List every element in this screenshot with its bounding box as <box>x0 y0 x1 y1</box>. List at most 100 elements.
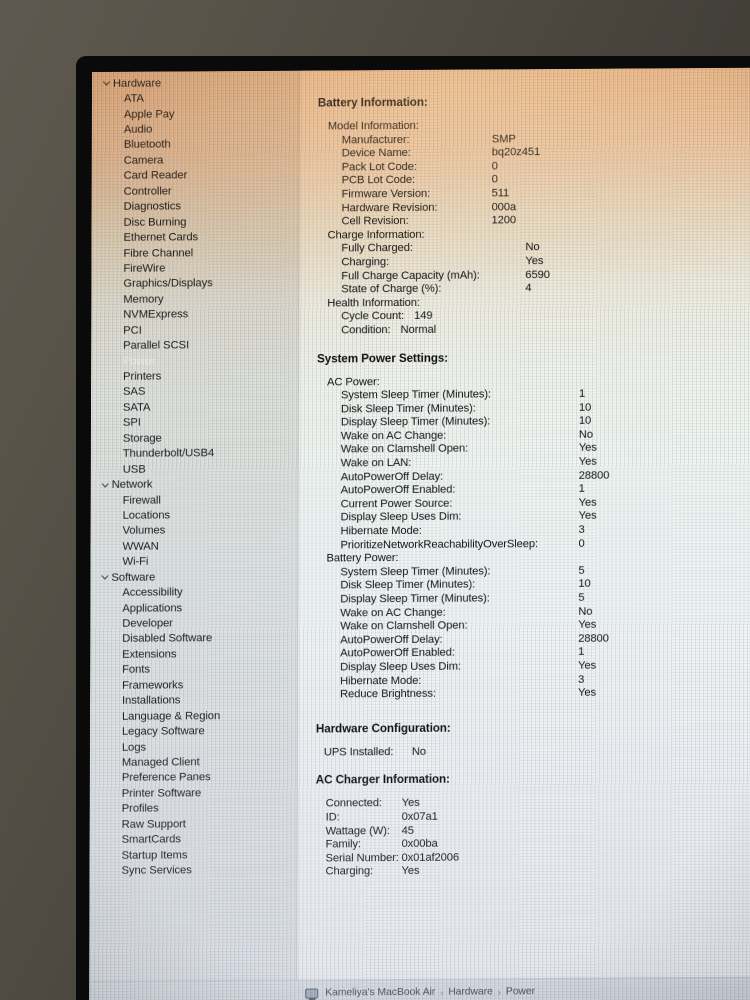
sidebar-item-storage[interactable]: Storage <box>91 430 298 447</box>
sidebar-item-disc-burning[interactable]: Disc Burning <box>92 214 299 231</box>
sidebar-item-printer-software[interactable]: Printer Software <box>90 785 297 802</box>
sidebar-group-label: Hardware <box>112 77 162 90</box>
sidebar-item-memory[interactable]: Memory <box>91 291 298 308</box>
info-value: 10 <box>578 415 592 428</box>
sidebar-item-usb[interactable]: USB <box>91 461 298 478</box>
sidebar-item-smartcards[interactable]: SmartCards <box>90 831 297 848</box>
sidebar-item-firewall[interactable]: Firewall <box>91 491 298 508</box>
hardware-configuration-heading: Hardware Configuration: <box>315 721 451 736</box>
sidebar-item-accessibility[interactable]: Accessibility <box>90 584 297 601</box>
sidebar-item-disabled-software[interactable]: Disabled Software <box>90 630 297 647</box>
info-value: 10 <box>578 578 591 591</box>
info-value: 0x01af2006 <box>401 851 460 864</box>
info-key: Full Charge Capacity (mAh): <box>341 269 480 282</box>
system-power-settings-heading: System Power Settings: <box>317 351 449 366</box>
sidebar-item-preference-panes[interactable]: Preference Panes <box>90 769 297 786</box>
sidebar-item-installations[interactable]: Installations <box>90 692 297 709</box>
info-value: No <box>411 745 426 758</box>
info-value: Yes <box>578 455 597 468</box>
info-key: Reduce Brightness: <box>340 687 436 701</box>
sidebar-item-sas[interactable]: SAS <box>91 383 298 400</box>
model-information-list: Manufacturer: SMP Device Name: bq20z451 Pack… <box>318 131 750 229</box>
sidebar-item-apple-pay[interactable]: Apple Pay <box>92 106 299 123</box>
info-key: Device Name: <box>341 147 411 160</box>
info-key: Charging: <box>341 256 390 269</box>
sidebar-item-applications[interactable]: Applications <box>90 600 297 617</box>
sidebar-item-frameworks[interactable]: Frameworks <box>90 677 297 694</box>
breadcrumb-item[interactable]: Hardware <box>448 986 493 997</box>
sidebar-item-developer[interactable]: Developer <box>90 615 297 632</box>
info-value: No <box>525 241 540 254</box>
sidebar[interactable]: Hardware ATA Apple Pay Audio Bluetooth Camera… <box>89 70 300 1000</box>
sidebar-item-pci[interactable]: PCI <box>91 322 298 339</box>
sidebar-item-locations[interactable]: Locations <box>91 507 298 524</box>
sidebar-group-network[interactable]: Network <box>91 476 298 493</box>
sidebar-item-power[interactable]: Power <box>91 353 298 370</box>
photograph-of-laptop-screen: Hardware ATA Apple Pay Audio Bluetooth Camera… <box>0 0 750 1000</box>
sidebar-group-software[interactable]: Software <box>90 569 297 586</box>
sidebar-item-spi[interactable]: SPI <box>91 414 298 431</box>
info-value: 45 <box>401 824 414 837</box>
sidebar-item-volumes[interactable]: Volumes <box>91 522 298 539</box>
sidebar-item-controller[interactable]: Controller <box>92 183 299 200</box>
info-value: Normal <box>400 323 437 336</box>
breadcrumb-separator-icon: › <box>497 986 501 997</box>
ac-charger-information-heading: AC Charger Information: <box>315 773 450 787</box>
sidebar-item-thunderbolt-usb4[interactable]: Thunderbolt/USB4 <box>91 445 298 462</box>
info-row: Charging: Yes <box>315 863 750 879</box>
info-value: 1200 <box>491 214 517 227</box>
sidebar-item-startup-items[interactable]: Startup Items <box>90 847 297 864</box>
info-value: 1 <box>578 646 585 659</box>
info-key: Condition: <box>341 323 391 337</box>
sidebar-item-logs[interactable]: Logs <box>90 738 297 755</box>
sidebar-item-card-reader[interactable]: Card Reader <box>92 167 299 184</box>
sidebar-item-sata[interactable]: SATA <box>91 399 298 416</box>
computer-display-icon <box>305 988 319 999</box>
sidebar-item-camera[interactable]: Camera <box>92 152 299 169</box>
chevron-down-icon[interactable] <box>101 80 112 87</box>
sidebar-item-ata[interactable]: ATA <box>92 90 299 107</box>
chevron-down-icon[interactable] <box>100 481 111 488</box>
sidebar-item-wi-fi[interactable]: Wi-Fi <box>90 553 297 570</box>
info-value: 10 <box>578 401 592 414</box>
breadcrumb-item[interactable]: Power <box>506 986 535 997</box>
info-value: Yes <box>578 659 597 672</box>
sidebar-item-extensions[interactable]: Extensions <box>90 646 297 663</box>
sidebar-item-fibre-channel[interactable]: Fibre Channel <box>91 244 298 261</box>
sidebar-item-parallel-scsi[interactable]: Parallel SCSI <box>91 337 298 354</box>
sidebar-item-wwan[interactable]: WWAN <box>90 538 297 555</box>
sidebar-item-raw-support[interactable]: Raw Support <box>90 816 297 833</box>
sidebar-item-profiles[interactable]: Profiles <box>90 800 297 817</box>
sidebar-item-sync-services[interactable]: Sync Services <box>89 862 296 879</box>
sidebar-item-diagnostics[interactable]: Diagnostics <box>92 198 299 215</box>
info-value: 28800 <box>578 632 609 645</box>
sidebar-item-audio[interactable]: Audio <box>92 121 299 138</box>
health-information-list: Cycle Count: 149 Condition: Normal <box>317 308 750 338</box>
info-value: 5 <box>578 564 585 577</box>
sidebar-item-legacy-software[interactable]: Legacy Software <box>90 723 297 740</box>
sidebar-item-graphics-displays[interactable]: Graphics/Displays <box>91 275 298 292</box>
sidebar-item-ethernet-cards[interactable]: Ethernet Cards <box>91 229 298 246</box>
sidebar-item-fonts[interactable]: Fonts <box>90 661 297 678</box>
info-key: Cycle Count: <box>341 310 405 323</box>
info-key: UPS Installed: <box>323 745 394 759</box>
info-key: Connected: <box>325 797 382 810</box>
info-key: PrioritizeNetworkReachabilityOverSleep: <box>340 537 539 552</box>
info-value: 149 <box>414 310 433 323</box>
breadcrumb-item[interactable]: Kameliya's MacBook Air <box>325 987 435 999</box>
sidebar-item-bluetooth[interactable]: Bluetooth <box>92 136 299 153</box>
sidebar-item-managed-client[interactable]: Managed Client <box>90 754 297 771</box>
info-key: Serial Number: <box>325 851 399 865</box>
content-pane: Battery Information: Model Information: … <box>297 67 750 1000</box>
sidebar-group-label: Software <box>111 571 156 584</box>
sidebar-item-printers[interactable]: Printers <box>91 368 298 385</box>
chevron-down-icon[interactable] <box>99 574 110 581</box>
info-value: Yes <box>401 797 420 810</box>
sidebar-item-nvmexpress[interactable]: NVMExpress <box>91 306 298 323</box>
sidebar-item-language-region[interactable]: Language & Region <box>90 708 297 725</box>
charge-information-list: Fully Charged: No Charging: Yes Full Charge … <box>317 240 750 297</box>
ac-charger-list: Connected: Yes ID: 0x07a1 Wattage (W): 45 Fami… <box>315 795 750 879</box>
sidebar-group-hardware[interactable]: Hardware <box>92 75 299 92</box>
sidebar-item-firewire[interactable]: FireWire <box>91 260 298 277</box>
system-information-window: Hardware ATA Apple Pay Audio Bluetooth Camera… <box>89 67 750 1000</box>
